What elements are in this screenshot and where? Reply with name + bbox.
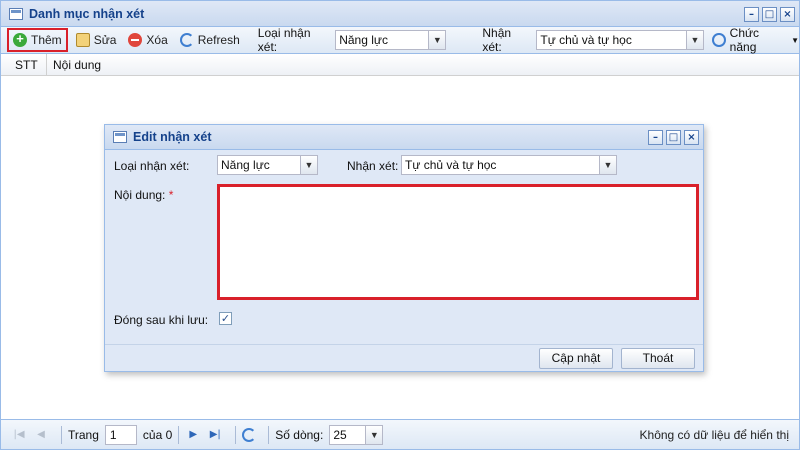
refresh-icon[interactable] — [242, 427, 257, 442]
rows-per-page-value: 25 — [333, 427, 347, 442]
dialog-type-label: Loại nhận xét: — [114, 159, 190, 173]
required-mark: * — [168, 188, 174, 202]
window-title-bar: Danh mục nhận xét – □ × — [1, 1, 799, 27]
chevron-down-icon[interactable]: ▼ — [428, 31, 446, 49]
functions-button-label: Chức năng — [729, 26, 760, 54]
dialog-comment-label: Nhận xét: — [347, 159, 399, 173]
dialog-comment-value: Tự chủ và tự học — [405, 158, 497, 172]
page-label: Trang — [68, 427, 99, 442]
functions-button[interactable]: Chức năng ▼ — [712, 26, 799, 54]
content-textarea[interactable] — [217, 184, 699, 300]
content-label-text: Nội dung: — [114, 188, 166, 202]
minimize-icon[interactable]: – — [744, 7, 759, 22]
delete-button[interactable]: Xóa — [124, 29, 171, 51]
paging-toolbar: |◀ ◀ Trang 1 của 0 ▶ ▶| Số dòng: 25 ▼ Kh… — [1, 419, 799, 449]
dialog-type-select[interactable]: Năng lực ▼ — [217, 155, 318, 175]
last-page-icon[interactable]: ▶| — [207, 427, 223, 443]
refresh-icon — [179, 33, 194, 47]
dialog-footer: Cập nhật Thoát — [105, 344, 703, 371]
edit-button[interactable]: Sửa — [72, 29, 121, 51]
next-page-icon[interactable]: ▶ — [185, 427, 201, 443]
close-after-save-checkbox[interactable]: ✓ — [219, 312, 232, 325]
close-icon[interactable]: × — [684, 130, 699, 145]
rows-per-page-select[interactable]: 25 ▼ — [329, 424, 384, 445]
close-icon[interactable]: × — [780, 7, 795, 22]
page-count-label: của 0 — [142, 427, 173, 442]
maximize-icon[interactable]: □ — [762, 7, 777, 22]
edit-dialog: Edit nhận xét – □ × Loại nhận xét: Năng … — [104, 124, 704, 372]
refresh-button-label: Refresh — [197, 33, 240, 47]
chevron-down-icon[interactable]: ▼ — [300, 156, 317, 174]
dialog-body: Loại nhận xét: Năng lực ▼ Nhận xét: Tự c… — [105, 150, 703, 346]
dialog-title-bar: Edit nhận xét – □ × — [105, 125, 703, 150]
chevron-down-icon[interactable]: ▼ — [599, 156, 616, 174]
dialog-comment-select[interactable]: Tự chủ và tự học ▼ — [401, 155, 617, 175]
content-label: Nội dung: * — [114, 188, 173, 202]
close-after-save-label: Đóng sau khi lưu: — [114, 313, 209, 327]
delete-button-label: Xóa — [146, 33, 168, 47]
type-filter-label: Loại nhận xét: — [257, 26, 311, 54]
exit-button[interactable]: Thoát — [621, 348, 695, 369]
comment-filter-label: Nhận xét: — [482, 26, 512, 54]
type-filter-select[interactable]: Năng lực ▼ — [335, 30, 447, 50]
column-header-content[interactable]: Nội dung — [47, 54, 107, 76]
add-button-label: Thêm — [31, 33, 62, 47]
maximize-icon[interactable]: □ — [666, 130, 681, 145]
chevron-down-icon[interactable]: ▼ — [365, 425, 383, 444]
dialog-type-value: Năng lực — [221, 158, 270, 172]
caret-down-icon: ▼ — [791, 35, 799, 45]
edit-button-label: Sửa — [93, 33, 117, 47]
column-header-stt[interactable]: STT — [1, 53, 47, 76]
gear-icon — [712, 33, 726, 47]
prev-page-icon[interactable]: ◀ — [33, 427, 49, 443]
window-title: Danh mục nhận xét — [29, 6, 145, 21]
toolbar: Thêm Sửa Xóa Refresh Loại nhận xét: Năng… — [1, 26, 799, 54]
delete-icon — [128, 33, 143, 47]
comment-filter-select[interactable]: Tự chủ và tự học ▼ — [536, 30, 705, 50]
refresh-button[interactable]: Refresh — [176, 29, 244, 51]
rows-per-page-label: Số dòng: — [275, 427, 324, 442]
add-icon — [13, 31, 27, 47]
minimize-icon[interactable]: – — [648, 130, 663, 145]
edit-icon — [75, 33, 90, 47]
window-icon — [113, 131, 127, 143]
comment-filter-value: Tự chủ và tự học — [540, 33, 632, 47]
page-input[interactable]: 1 — [104, 424, 137, 445]
type-filter-value: Năng lực — [339, 33, 388, 47]
chevron-down-icon[interactable]: ▼ — [686, 31, 704, 49]
dialog-title: Edit nhận xét — [133, 130, 212, 144]
window-icon — [9, 7, 23, 20]
update-button[interactable]: Cập nhật — [539, 348, 613, 369]
grid-header: STT Nội dung — [1, 53, 799, 76]
first-page-icon[interactable]: |◀ — [11, 427, 27, 443]
add-button[interactable]: Thêm — [7, 28, 68, 52]
paging-status: Không có dữ liệu để hiển thị — [639, 428, 789, 442]
